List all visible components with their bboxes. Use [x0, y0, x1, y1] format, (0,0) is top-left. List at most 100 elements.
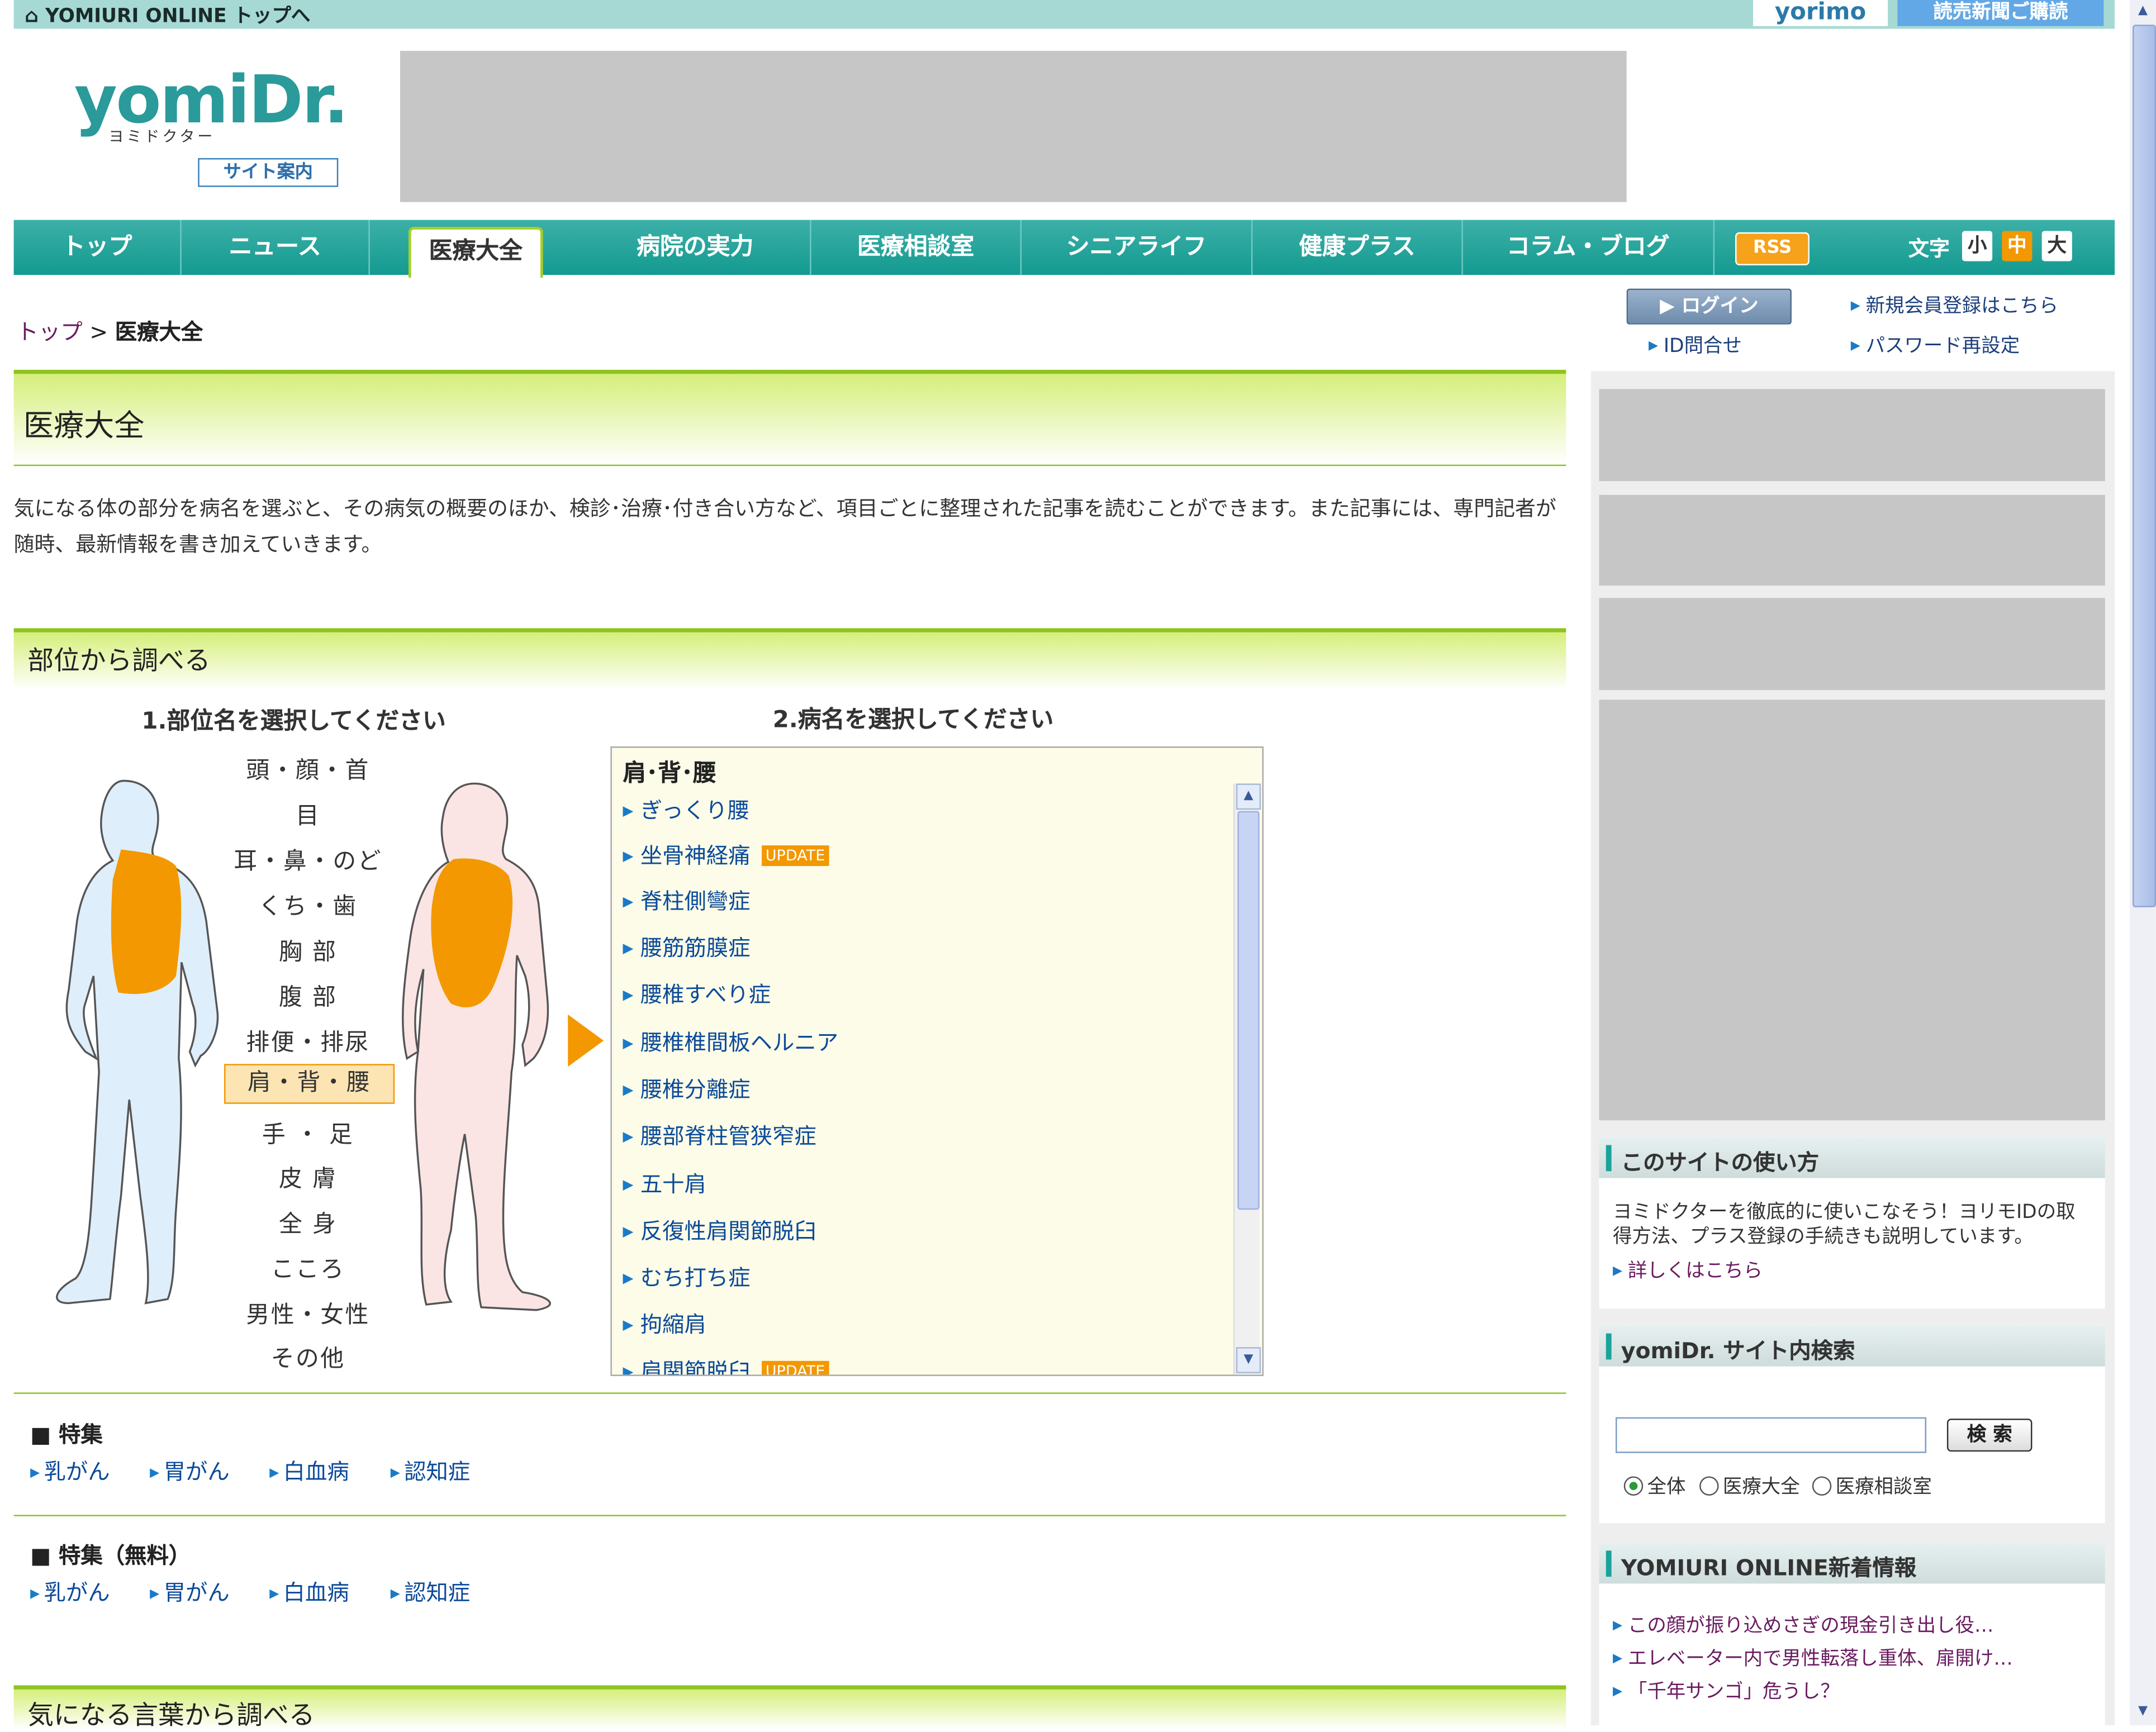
disease-item[interactable]: ▶ 腰椎椎間板ヘルニア: [623, 1024, 839, 1057]
nav-consultation[interactable]: 医療相談室: [811, 220, 1022, 275]
disease-item[interactable]: ▶ 拘縮肩: [623, 1306, 706, 1339]
register-link[interactable]: ▶ 新規会員登録はこちら: [1851, 292, 2058, 319]
selection-arrow-icon: [568, 1014, 604, 1067]
scroll-down-icon[interactable]: ▼: [1236, 1347, 1261, 1373]
sidebar-ad-2[interactable]: [1599, 494, 2105, 586]
scroll-thumb[interactable]: [1237, 811, 1260, 1210]
search-input[interactable]: [1615, 1417, 1927, 1453]
feature-link[interactable]: ▶ 白血病: [269, 1453, 349, 1486]
side-body-figure[interactable]: [399, 777, 585, 1313]
part-other[interactable]: その他: [224, 1339, 392, 1373]
subscribe-link[interactable]: 読売新聞ご購読: [1897, 0, 2104, 26]
page-scrollbar[interactable]: ▲ ▼: [2130, 0, 2156, 1725]
search-button[interactable]: 検 索: [1946, 1419, 2032, 1452]
site-guide-button[interactable]: サイト案内: [198, 158, 339, 187]
arrow-icon: ▶: [623, 1083, 634, 1098]
nav-medical-encyclopedia[interactable]: 医療大全: [408, 226, 543, 278]
radio-consultation[interactable]: 医療相談室: [1812, 1472, 1932, 1500]
login-label: ログイン: [1681, 295, 1759, 318]
news-panel: YOMIURI ONLINE新着情報 ▶ この顔が振り込めさぎの現金引き出し役… …: [1599, 1542, 2105, 1725]
id-inquiry-link[interactable]: ▶ ID問合せ: [1649, 331, 1742, 359]
feature-link[interactable]: ▶ 乳がん: [30, 1453, 110, 1486]
back-body-figure[interactable]: [14, 770, 220, 1313]
scroll-up-icon[interactable]: ▲: [1236, 783, 1261, 810]
part-mind[interactable]: こころ: [224, 1250, 392, 1284]
howto-details-link[interactable]: ▶ 詳しくはこちら: [1613, 1257, 1763, 1284]
news-item[interactable]: ▶ この顔が振り込めさぎの現金引き出し役…: [1613, 1611, 1993, 1639]
nav-column-blog[interactable]: コラム・ブログ: [1463, 220, 1715, 275]
arrow-icon: ▶: [150, 1467, 160, 1481]
font-medium-button[interactable]: 中: [2002, 231, 2032, 261]
nav-top[interactable]: トップ: [14, 220, 182, 275]
radio-icon: [1812, 1476, 1832, 1496]
part-ear-nose-throat[interactable]: 耳・鼻・のど: [224, 841, 392, 875]
arrow-icon: ▶: [1613, 1652, 1623, 1667]
page-scroll-up-icon[interactable]: ▲: [2133, 0, 2153, 22]
part-eye[interactable]: 目: [224, 796, 392, 830]
nav-senior-life[interactable]: シニアライフ: [1022, 220, 1253, 275]
disease-item[interactable]: ▶ 腰部脊柱管狭窄症: [623, 1117, 816, 1150]
free-feature-link[interactable]: ▶ 白血病: [269, 1574, 349, 1607]
page-scroll-down-icon[interactable]: ▼: [2133, 1701, 2153, 1723]
part-skin[interactable]: 皮 膚: [224, 1159, 392, 1193]
password-reset-link[interactable]: ▶ パスワード再設定: [1851, 331, 2020, 359]
feature-label: 認知症: [404, 1579, 471, 1606]
font-small-button[interactable]: 小: [1962, 231, 1993, 261]
part-hand-foot[interactable]: 手 ・ 足: [224, 1115, 392, 1149]
disease-item[interactable]: ▶ 坐骨神経痛 UPDATE: [623, 837, 829, 870]
page-scroll-thumb[interactable]: [2133, 25, 2156, 907]
breadcrumb-separator: >: [89, 318, 108, 345]
radio-encyclopedia[interactable]: 医療大全: [1699, 1472, 1800, 1500]
disease-item[interactable]: ▶ むち打ち症: [623, 1259, 751, 1292]
disease-item[interactable]: ▶ 腰椎すべり症: [623, 976, 771, 1009]
disease-item[interactable]: ▶ 五十肩: [623, 1165, 706, 1198]
news-item[interactable]: ▶ エレベーター内で男性転落し重体、扉開け…: [1613, 1644, 2013, 1672]
page-title-bar: 医療大全: [13, 369, 1566, 467]
step1-label: 1.部位名を選択してください: [141, 708, 446, 736]
disease-label: 反復性肩関節脱臼: [640, 1217, 816, 1244]
radio-all[interactable]: 全体: [1623, 1472, 1685, 1500]
panel-accent: [1606, 1145, 1612, 1172]
search-panel: yomiDr. サイト内検索 検 索 全体 医療大全 医療相談室: [1599, 1325, 2105, 1524]
feature-link[interactable]: ▶ 認知症: [391, 1453, 471, 1486]
part-mouth-teeth[interactable]: くち・歯: [224, 887, 392, 921]
password-reset-label: パスワード再設定: [1865, 335, 2020, 358]
disease-item[interactable]: ▶ 脊柱側彎症: [623, 883, 751, 916]
part-whole-body[interactable]: 全 身: [224, 1204, 392, 1239]
part-shoulder-back-waist[interactable]: 肩・背・腰: [224, 1064, 395, 1104]
breadcrumb-top-link[interactable]: トップ: [17, 319, 83, 345]
logo-kana: ヨミドクター: [108, 127, 216, 146]
feature-link[interactable]: ▶ 胃がん: [150, 1453, 230, 1486]
part-head-face-neck[interactable]: 頭・顔・首: [224, 750, 392, 785]
news-item[interactable]: ▶ 「千年サンゴ」危うし？: [1613, 1677, 1840, 1705]
part-excretion[interactable]: 排便・排尿: [224, 1023, 392, 1057]
login-button[interactable]: ▶ ログイン: [1626, 288, 1792, 325]
free-feature-link[interactable]: ▶ 認知症: [391, 1574, 471, 1607]
disease-item[interactable]: ▶ 肩関節脱臼 UPDATE: [623, 1353, 829, 1375]
disease-item[interactable]: ▶ 腰筋筋膜症: [623, 929, 751, 962]
part-chest[interactable]: 胸 部: [224, 932, 392, 966]
free-feature-link[interactable]: ▶ 胃がん: [150, 1574, 230, 1607]
sidebar-ad-1[interactable]: [1599, 389, 2105, 482]
yorimo-link[interactable]: yorimo: [1753, 0, 1888, 26]
panel-accent: [1606, 1333, 1612, 1360]
right-sidebar: このサイトの使い方 ヨミドクターを徹底的に使いこなそう！ヨリモIDの取得方法、プ…: [1590, 371, 2115, 1725]
sidebar-ad-4[interactable]: [1599, 700, 2105, 1121]
sidebar-ad-3[interactable]: [1599, 598, 2105, 691]
rss-button[interactable]: RSS: [1735, 232, 1810, 265]
nav-health-plus[interactable]: 健康プラス: [1252, 220, 1463, 275]
howto-panel: このサイトの使い方 ヨミドクターを徹底的に使いこなそう！ヨリモIDの取得方法、プ…: [1599, 1136, 2105, 1309]
nav-hospital-strength[interactable]: 病院の実力: [580, 220, 811, 275]
part-male-female[interactable]: 男性・女性: [224, 1295, 392, 1329]
free-feature-link[interactable]: ▶ 乳がん: [30, 1574, 110, 1607]
header-ad-banner[interactable]: [400, 51, 1627, 202]
disease-list-scrollbar[interactable]: ▲ ▼: [1233, 783, 1261, 1375]
feature-label: 乳がん: [44, 1579, 110, 1606]
yomiuri-home-link[interactable]: ⌂ YOMIURI ONLINE トップへ: [25, 1, 310, 28]
disease-item[interactable]: ▶ 腰椎分離症: [623, 1071, 751, 1104]
font-large-button[interactable]: 大: [2041, 231, 2072, 261]
disease-item[interactable]: ▶ 反復性肩関節脱臼: [623, 1212, 816, 1245]
nav-news[interactable]: ニュース: [182, 220, 370, 275]
disease-item[interactable]: ▶ ぎっくり腰: [623, 792, 750, 825]
part-abdomen[interactable]: 腹 部: [224, 977, 392, 1012]
